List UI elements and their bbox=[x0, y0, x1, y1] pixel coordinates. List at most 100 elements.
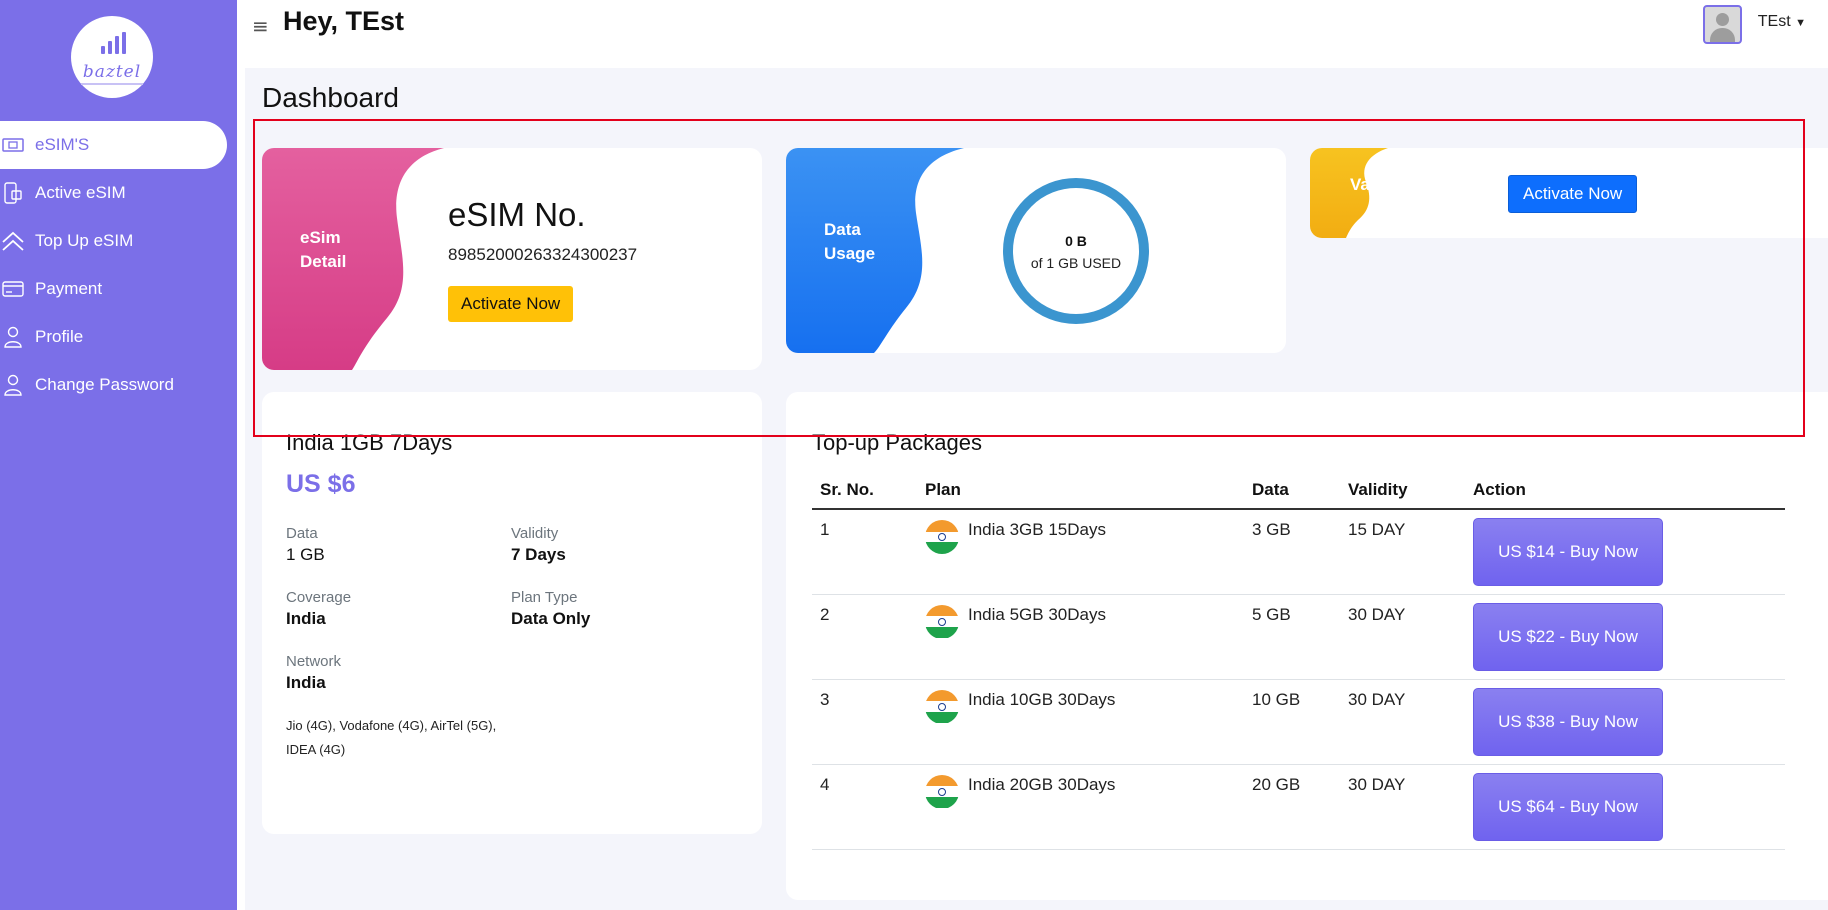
sidebar-item-change-password[interactable]: Change Password bbox=[0, 361, 237, 409]
data-usage-label: Data Usage bbox=[824, 220, 876, 263]
sidebar-item-profile[interactable]: Profile bbox=[0, 313, 237, 361]
plan-detail-card: India 1GB 7Days US $6 Data 1 GB Validity… bbox=[262, 392, 762, 834]
validity: 15 DAY bbox=[1340, 509, 1465, 595]
validity: 30 DAY bbox=[1340, 594, 1465, 680]
sidebar-item-esims[interactable]: eSIM'S bbox=[0, 121, 227, 169]
plan-name: India 1GB 7Days bbox=[286, 430, 453, 455]
data-usage-card: Data Usage 0 B of 1 GB USED bbox=[786, 148, 1286, 353]
table-row: 2 India 5GB 30Days 5 GB 30 DAY US $22 - … bbox=[812, 594, 1785, 680]
user-key-icon bbox=[0, 372, 26, 398]
activate-now-button-2[interactable]: Activate Now bbox=[1508, 175, 1638, 213]
user-name: TEst bbox=[1757, 13, 1791, 30]
label: Network bbox=[286, 653, 342, 670]
user-dropdown[interactable]: TEst ▼ bbox=[1758, 13, 1806, 31]
col-action: Action bbox=[1465, 471, 1785, 510]
value: 1 GB bbox=[286, 545, 325, 564]
hamburger-menu-icon[interactable]: ≡ bbox=[252, 14, 269, 38]
sidebar-item-active-esim[interactable]: Active eSIM bbox=[0, 169, 237, 217]
logo-text: baztel bbox=[82, 62, 142, 82]
esim-detail-label: eSim Detail bbox=[300, 228, 347, 271]
label: Data bbox=[286, 525, 318, 542]
india-flag-icon bbox=[925, 689, 959, 724]
data-used-value: 0 B bbox=[1065, 233, 1087, 249]
activate-now-button[interactable]: Activate Now bbox=[448, 286, 574, 322]
sim-card-icon bbox=[0, 132, 26, 158]
sidebar-item-label: Top Up eSIM bbox=[35, 231, 134, 250]
packages-title: Top-up Packages bbox=[812, 430, 982, 455]
label: Coverage bbox=[286, 589, 352, 606]
india-flag-icon bbox=[925, 520, 959, 554]
data-usage-ring: 0 B of 1 GB USED bbox=[1003, 178, 1149, 324]
plan-price: US $6 bbox=[286, 470, 356, 498]
sidebar-item-label: Payment bbox=[35, 279, 103, 298]
greeting: Hey, TEst bbox=[283, 6, 405, 36]
plan-name: India 5GB 30Days bbox=[968, 604, 1106, 624]
double-chevron-up-icon bbox=[0, 228, 26, 254]
data-amount: 20 GB bbox=[1244, 764, 1340, 850]
table-row: 3 India 10GB 30Days 10 GB 30 DAY US $38 … bbox=[812, 679, 1785, 765]
main-content: Dashboard eSim Detail eSIM No. 898520002… bbox=[245, 68, 1828, 910]
plan-name: India 20GB 30Days bbox=[968, 774, 1116, 794]
sidebar-item-top-up-esim[interactable]: Top Up eSIM bbox=[0, 217, 237, 265]
plan-name: India 10GB 30Days bbox=[968, 689, 1116, 709]
validity-label: Va bbox=[1350, 175, 1370, 194]
table-row: 4 India 20GB 30Days 20 GB 30 DAY US $64 … bbox=[812, 764, 1785, 850]
plan-type: Plan Type Data Only bbox=[511, 589, 590, 629]
plan-name: India 3GB 15Days bbox=[968, 520, 1106, 539]
caret-down-icon: ▼ bbox=[1795, 17, 1806, 29]
buy-now-button[interactable]: US $14 - Buy Now bbox=[1473, 518, 1663, 586]
data-amount: 3 GB bbox=[1244, 509, 1340, 595]
label: Validity bbox=[511, 525, 559, 542]
value: 7 Days bbox=[511, 545, 566, 564]
sr-no: 3 bbox=[812, 679, 917, 765]
sidebar-item-label: eSIM'S bbox=[35, 135, 90, 154]
sr-no: 2 bbox=[812, 594, 917, 680]
plan-data: Data 1 GB bbox=[286, 525, 325, 565]
credit-card-icon bbox=[0, 276, 26, 302]
avatar[interactable] bbox=[1703, 5, 1742, 44]
sidebar-item-payment[interactable]: Payment bbox=[0, 265, 237, 313]
sr-no: 4 bbox=[812, 764, 917, 850]
india-flag-icon bbox=[925, 604, 959, 639]
user-icon bbox=[0, 324, 26, 350]
esim-detail-card: eSim Detail eSIM No. 8985200026332430023… bbox=[262, 148, 762, 370]
sidebar-item-label: Change Password bbox=[35, 375, 174, 394]
buy-now-button[interactable]: US $38 - Buy Now bbox=[1473, 687, 1663, 756]
data-amount: 5 GB bbox=[1244, 594, 1340, 680]
data-total-text: of 1 GB USED bbox=[1030, 255, 1122, 271]
plan-network: Network India bbox=[286, 653, 341, 693]
india-flag-icon bbox=[925, 774, 959, 809]
logo-tagline-line bbox=[81, 83, 143, 85]
col-data: Data bbox=[1244, 471, 1340, 510]
sidebar-nav: eSIM'S Active eSIM Top Up eSIM Payment P… bbox=[0, 121, 237, 409]
page-title: Dashboard bbox=[262, 82, 399, 113]
signal-bars-icon bbox=[101, 32, 127, 54]
label: Plan Type bbox=[511, 589, 578, 606]
table-header-row: Sr. No. Plan Data Validity Action bbox=[812, 471, 1785, 510]
mobile-sim-icon bbox=[0, 180, 26, 206]
buy-now-button[interactable]: US $22 - Buy Now bbox=[1473, 602, 1663, 671]
plan-validity: Validity 7 Days bbox=[511, 525, 566, 565]
value: Data Only bbox=[511, 609, 591, 628]
sidebar: baztel eSIM'S Active eSIM Top Up eSIM Pa… bbox=[0, 0, 237, 910]
top-header: ≡ Hey, TEst TEst ▼ bbox=[237, 0, 1828, 68]
plan-coverage: Coverage India bbox=[286, 589, 351, 629]
sidebar-item-label: Profile bbox=[35, 327, 84, 346]
esim-blob bbox=[262, 148, 444, 370]
esim-number: 89852000263324300237 bbox=[448, 245, 638, 264]
esim-title: eSIM No. bbox=[448, 196, 586, 233]
validity: 30 DAY bbox=[1340, 764, 1465, 850]
value: India bbox=[286, 673, 326, 692]
col-plan: Plan bbox=[917, 471, 1244, 510]
top-up-packages-card: Top-up Packages Sr. No. Plan Data Validi… bbox=[786, 392, 1828, 900]
sr-no: 1 bbox=[812, 509, 917, 595]
brand-logo[interactable]: baztel bbox=[71, 16, 153, 98]
validity: 30 DAY bbox=[1340, 679, 1465, 765]
col-sr-no: Sr. No. bbox=[812, 471, 917, 510]
col-validity: Validity bbox=[1340, 471, 1465, 510]
data-amount: 10 GB bbox=[1244, 679, 1340, 765]
value: India bbox=[286, 609, 326, 628]
buy-now-button[interactable]: US $64 - Buy Now bbox=[1473, 772, 1663, 841]
network-operators: Jio (4G), Vodafone (4G), AirTel (5G), ID… bbox=[286, 718, 497, 757]
packages-table: Sr. No. Plan Data Validity Action 1 Indi… bbox=[812, 471, 1785, 850]
